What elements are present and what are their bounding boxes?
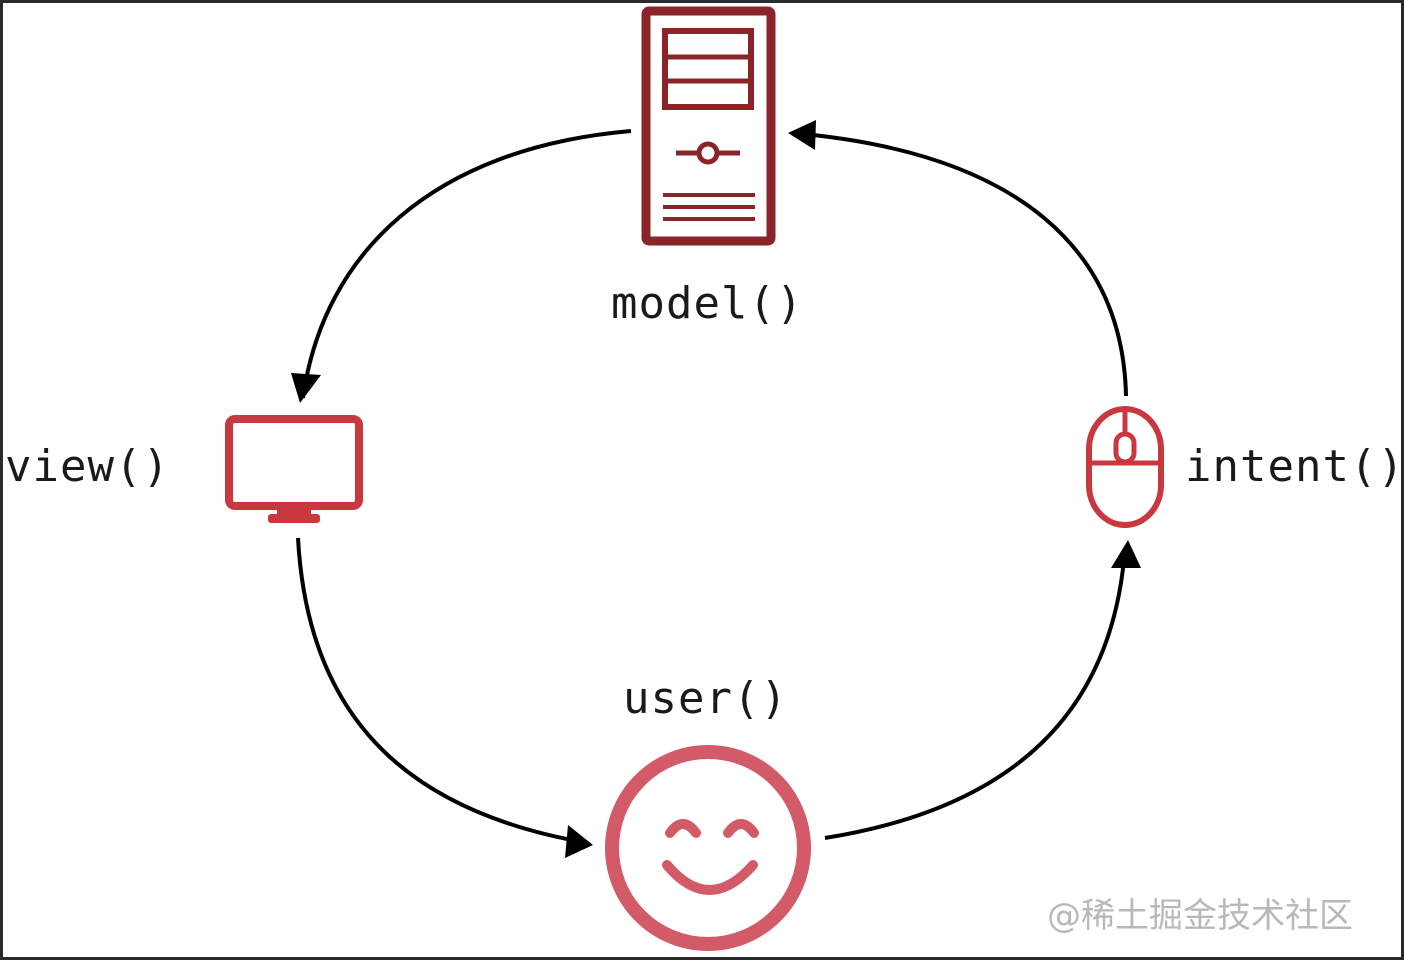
arrowhead-intent [1111, 540, 1141, 568]
arrowhead-user [565, 825, 593, 858]
arrow-view-to-user [296, 537, 589, 845]
diagram-canvas: model() view() intent() user() @稀土掘金技术社区 [3, 3, 1401, 957]
user-label: user() [623, 673, 788, 724]
watermark: @稀土掘金技术社区 [1047, 896, 1353, 936]
arrowhead-model [788, 120, 816, 150]
intent-label: intent() [1185, 441, 1401, 492]
monitor-icon [225, 415, 363, 523]
arrow-model-to-view [301, 129, 632, 399]
view-label: view() [5, 441, 170, 492]
mouse-icon [1086, 406, 1164, 528]
arrowhead-view [291, 373, 321, 403]
arrow-user-to-intent [824, 547, 1127, 840]
model-label: model() [611, 278, 804, 329]
smiley-icon [605, 745, 811, 951]
arrow-intent-to-model [792, 131, 1128, 397]
server-icon [641, 6, 776, 246]
